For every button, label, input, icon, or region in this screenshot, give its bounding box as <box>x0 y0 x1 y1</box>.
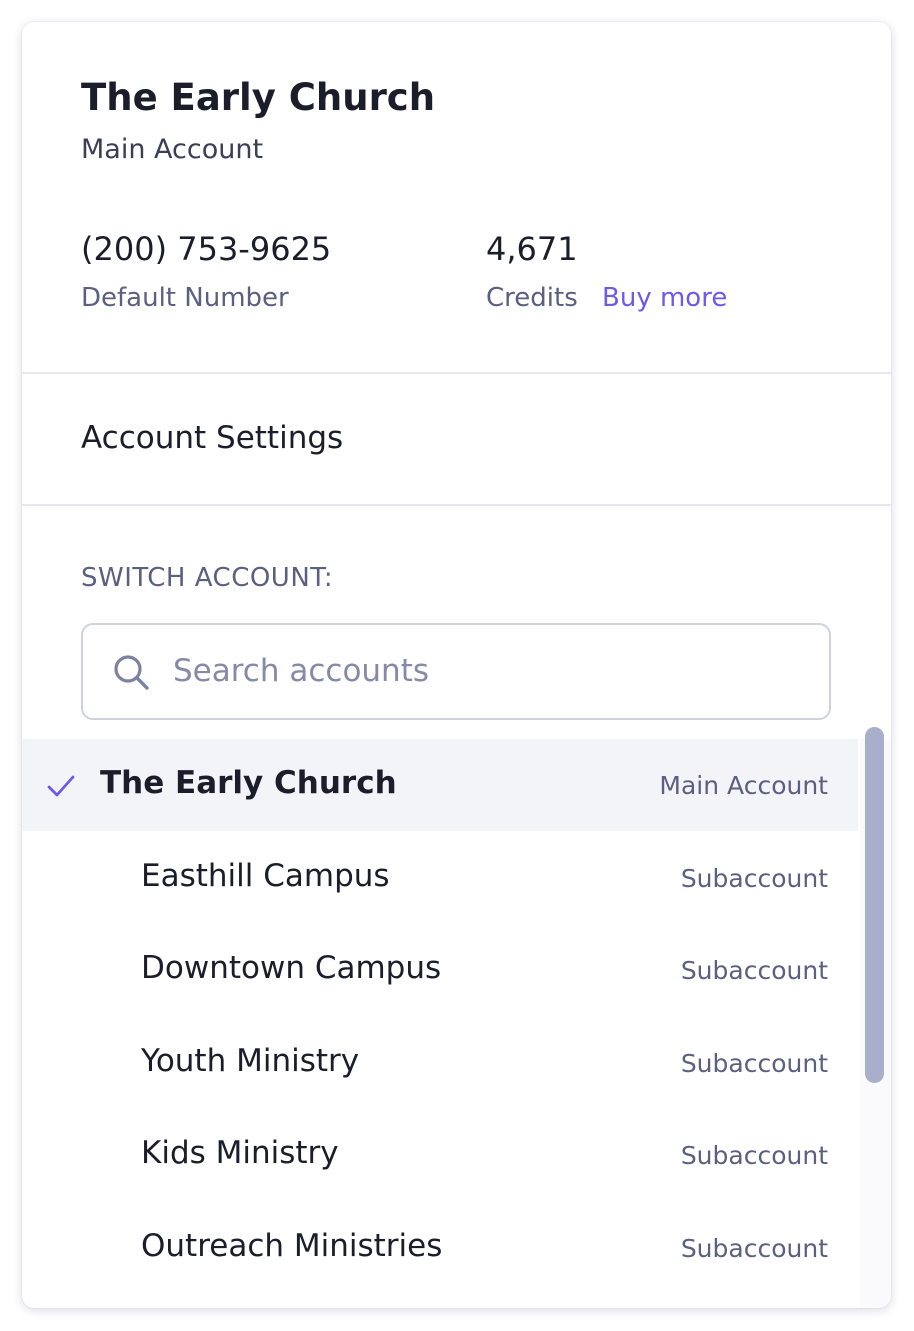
default-number-value: (200) 753-9625 <box>81 230 332 268</box>
account-row-name: The Early Church <box>100 765 397 801</box>
account-row-kids-ministry[interactable]: Kids Ministry Subaccount <box>22 1109 858 1201</box>
default-number-label: Default Number <box>81 283 289 313</box>
account-row-youth-ministry[interactable]: Youth Ministry Subaccount <box>22 1017 858 1109</box>
account-row-downtown-campus[interactable]: Downtown Campus Subaccount <box>22 924 858 1016</box>
divider-middle <box>22 504 891 506</box>
account-row-type: Subaccount <box>680 1049 828 1078</box>
switch-account-heading: SWITCH ACCOUNT: <box>81 563 334 593</box>
account-header: The Early Church Main Account (200) 753-… <box>22 22 891 372</box>
account-name: The Early Church <box>81 76 436 119</box>
search-accounts-box[interactable] <box>81 623 831 720</box>
search-accounts-input[interactable] <box>173 627 813 715</box>
account-row-type: Subaccount <box>680 864 828 893</box>
search-icon <box>114 655 149 690</box>
account-row-type: Subaccount <box>680 1234 828 1263</box>
credits-label: Credits <box>486 283 578 313</box>
account-row-type: Subaccount <box>680 956 828 985</box>
account-row-name: Downtown Campus <box>141 950 442 986</box>
buy-more-link[interactable]: Buy more <box>602 283 727 313</box>
account-row-the-early-church[interactable]: The Early Church Main Account <box>22 739 858 831</box>
account-list-scrollbar-thumb[interactable] <box>865 727 884 1083</box>
account-row-type: Main Account <box>659 771 828 800</box>
account-row-easthill-campus[interactable]: Easthill Campus Subaccount <box>22 832 858 924</box>
credits-value: 4,671 <box>486 230 578 268</box>
account-type: Main Account <box>81 134 264 165</box>
checkmark-icon <box>47 775 75 797</box>
account-row-name: Youth Ministry <box>141 1043 360 1079</box>
account-row-outreach-ministries[interactable]: Outreach Ministries Subaccount <box>22 1202 858 1294</box>
account-settings-label: Account Settings <box>81 420 344 456</box>
account-menu-panel: The Early Church Main Account (200) 753-… <box>22 22 891 1308</box>
account-row-name: Kids Ministry <box>141 1135 339 1171</box>
account-row-name: Easthill Campus <box>141 858 390 894</box>
account-settings-item[interactable]: Account Settings <box>22 374 891 504</box>
account-row-type: Subaccount <box>680 1141 828 1170</box>
account-list: The Early Church Main Account Easthill C… <box>22 739 891 1308</box>
account-row-name: Outreach Ministries <box>141 1228 443 1264</box>
